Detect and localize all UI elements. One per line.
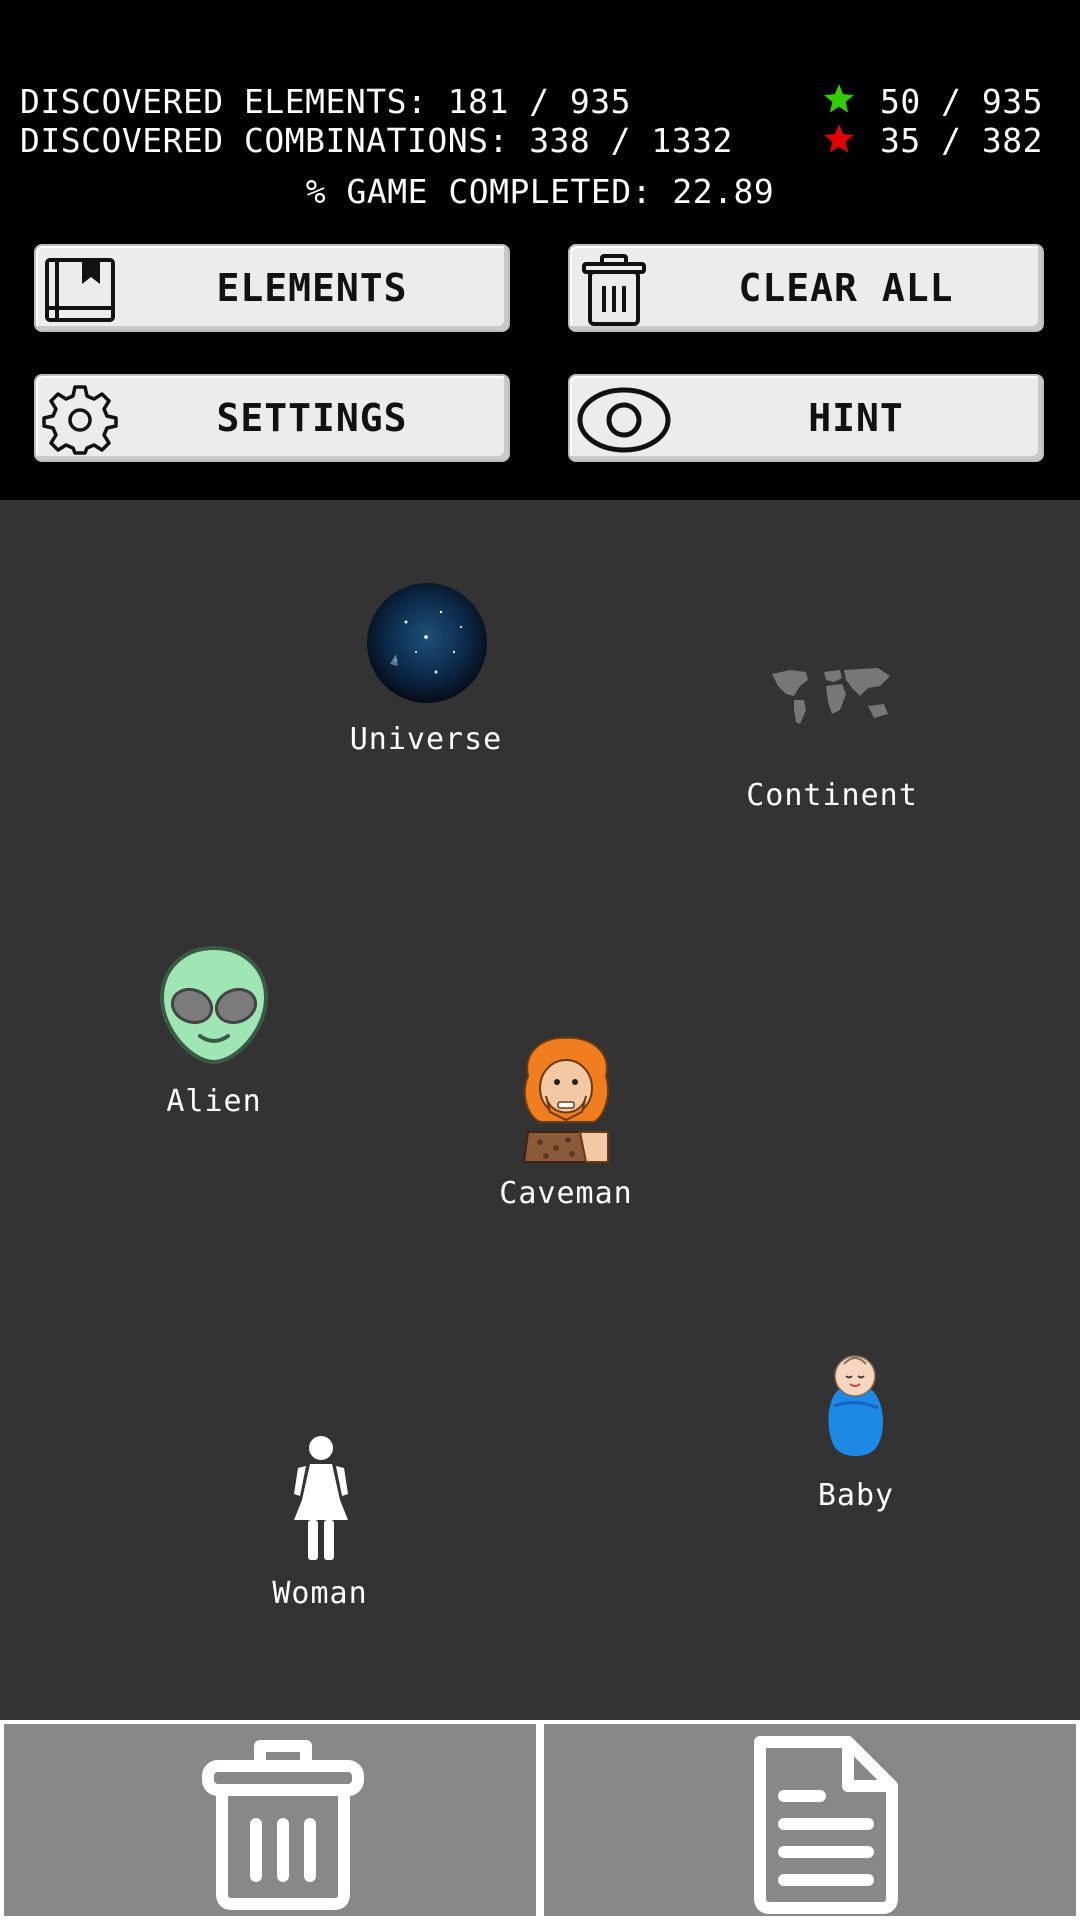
world-map-icon [772, 668, 890, 724]
stats-header: DISCOVERED ELEMENTS: 181 / 935 DISCOVERE… [0, 0, 1080, 500]
green-star-icon [824, 84, 854, 113]
element-label: Continent [746, 778, 918, 813]
element-label: Baby [817, 1478, 895, 1513]
baby-icon [828, 1355, 884, 1457]
trash-icon [202, 1740, 364, 1910]
clear-all-button[interactable]: CLEAR ALL [568, 244, 1044, 332]
bottom-bar [0, 1720, 1080, 1920]
red-star-count: 35 / 382 [880, 121, 1043, 160]
eye-icon [577, 387, 671, 453]
woman-icon [294, 1436, 348, 1560]
caveman-icon [522, 1036, 610, 1163]
red-star-icon [824, 124, 854, 153]
hint-button-label: HINT [808, 396, 904, 440]
elements-button[interactable]: ELEMENTS [34, 244, 510, 332]
universe-icon [367, 583, 487, 703]
document-icon [754, 1736, 898, 1914]
delete-drop-zone[interactable] [4, 1724, 536, 1916]
discovered-combinations-text: DISCOVERED COMBINATIONS: 338 / 1332 [20, 121, 733, 160]
green-star-count: 50 / 935 [880, 82, 1043, 121]
trash-icon [582, 254, 646, 326]
game-completed-text: % GAME COMPLETED: 22.89 [305, 172, 775, 211]
discovered-elements-text: DISCOVERED ELEMENTS: 181 / 935 [20, 82, 632, 121]
settings-button[interactable]: SETTINGS [34, 374, 510, 462]
alien-icon [159, 945, 269, 1065]
notes-button[interactable] [544, 1724, 1076, 1916]
clear-all-button-label: CLEAR ALL [738, 266, 954, 310]
hint-button[interactable]: HINT [568, 374, 1044, 462]
book-icon [45, 258, 115, 322]
elements-button-label: ELEMENTS [216, 266, 408, 310]
play-board[interactable]: Universe Continent Alien Caveman Baby Wo… [0, 500, 1080, 1720]
element-label: Caveman [499, 1176, 633, 1211]
gear-icon [42, 385, 118, 455]
element-label: Woman [272, 1576, 368, 1611]
element-label: Universe [349, 722, 503, 757]
settings-button-label: SETTINGS [216, 396, 408, 440]
element-label: Alien [166, 1084, 262, 1119]
